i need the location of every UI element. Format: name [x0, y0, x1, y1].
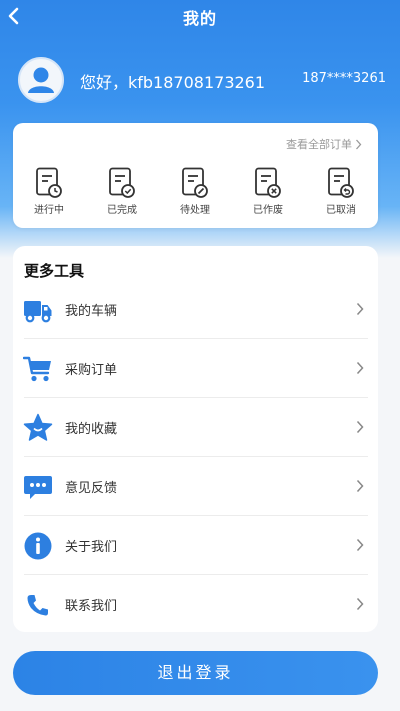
tool-item-purchase-orders[interactable]: 采购订单	[13, 339, 378, 398]
phone-icon	[27, 595, 48, 616]
avatar[interactable]	[18, 57, 64, 103]
chevron-right-icon	[356, 479, 364, 493]
order-voided-icon	[255, 167, 281, 198]
user-avatar-icon	[28, 67, 54, 93]
truck-icon	[24, 301, 52, 323]
chevron-right-icon	[356, 597, 364, 611]
shopping-cart-icon	[23, 356, 51, 382]
order-status-label: 已作废	[253, 205, 283, 216]
order-status-pending[interactable]: 待处理	[165, 167, 225, 216]
order-status-voided[interactable]: 已作废	[238, 167, 298, 216]
orders-card: 查看全部订单 进行中 已完成 待处理 已作废 已取消	[13, 123, 378, 228]
profile-section: 您好，kfb18708173261 187****3261	[18, 57, 388, 103]
tool-item-label: 关于我们	[65, 540, 118, 555]
chevron-right-icon	[356, 302, 364, 316]
top-bar: 我的	[0, 0, 400, 34]
tool-item-label: 我的收藏	[65, 422, 118, 437]
order-status-completed[interactable]: 已完成	[92, 167, 152, 216]
order-cancelled-icon	[328, 167, 354, 198]
tool-item-contact-us[interactable]: 联系我们	[13, 575, 378, 634]
logout-button[interactable]: 退出登录	[13, 651, 378, 695]
tool-item-label: 我的车辆	[65, 304, 118, 319]
order-pending-icon	[182, 167, 208, 198]
order-status-label: 已取消	[326, 205, 356, 216]
view-all-orders-label: 查看全部订单	[286, 138, 352, 151]
order-in-progress-icon	[36, 167, 62, 198]
info-icon	[24, 532, 52, 560]
star-icon	[23, 413, 53, 441]
view-all-orders-link[interactable]: 查看全部订单	[286, 136, 362, 152]
page-title: 我的	[182, 9, 217, 28]
tool-item-feedback[interactable]: 意见反馈	[13, 457, 378, 516]
order-status-label: 待处理	[180, 205, 210, 216]
order-status-label: 进行中	[34, 205, 64, 216]
chevron-right-icon	[356, 538, 364, 552]
message-icon	[24, 476, 52, 499]
more-tools-card: 更多工具 我的车辆 采购订单 我的收藏 意见反馈 关于我们 联系我们	[13, 246, 378, 632]
order-status-in-progress[interactable]: 进行中	[19, 167, 79, 216]
tool-item-label: 意见反馈	[65, 481, 118, 496]
tool-item-label: 采购订单	[65, 363, 118, 378]
tool-item-my-favorites[interactable]: 我的收藏	[13, 398, 378, 457]
order-status-cancelled[interactable]: 已取消	[311, 167, 371, 216]
order-completed-icon	[109, 167, 135, 198]
tool-item-about-us[interactable]: 关于我们	[13, 516, 378, 575]
chevron-right-icon	[356, 139, 362, 149]
chevron-right-icon	[356, 420, 364, 434]
phone-number: 187****3261	[302, 71, 386, 86]
greeting-text: 您好，kfb18708173261	[80, 73, 266, 92]
tool-item-my-vehicles[interactable]: 我的车辆	[13, 280, 378, 339]
order-status-label: 已完成	[107, 205, 137, 216]
tool-item-label: 联系我们	[65, 599, 118, 614]
chevron-right-icon	[356, 361, 364, 375]
more-tools-title: 更多工具	[24, 262, 85, 280]
